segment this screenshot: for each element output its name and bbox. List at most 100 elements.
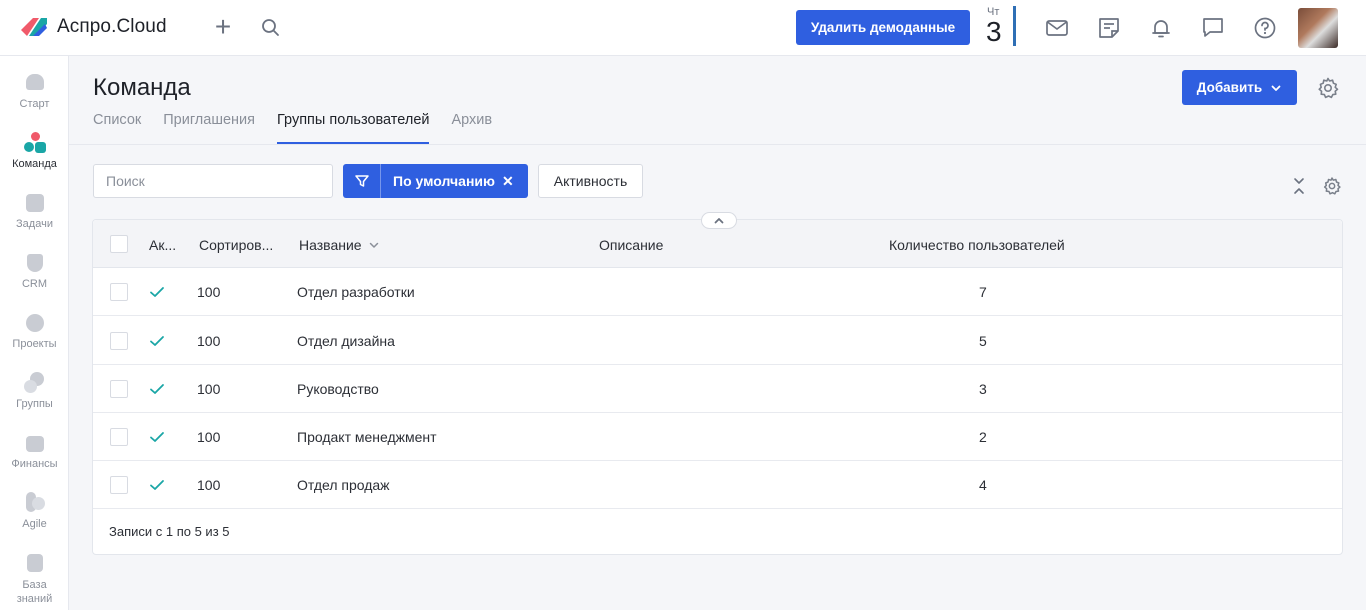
user-avatar[interactable] <box>1298 8 1338 48</box>
row-checkbox[interactable] <box>110 428 128 446</box>
sidebar-item-finance[interactable]: Финансы <box>0 432 69 470</box>
collapse-filters-toggle[interactable] <box>701 212 737 229</box>
column-description[interactable]: Описание <box>599 237 663 253</box>
close-icon[interactable]: ✕ <box>502 173 514 190</box>
search-icon[interactable] <box>260 17 282 39</box>
row-checkbox[interactable] <box>110 332 128 350</box>
tabs: Список Приглашения Группы пользователей … <box>93 112 514 144</box>
sidebar-item-tasks[interactable]: Задачи <box>0 192 69 230</box>
chevron-down-icon <box>1271 85 1281 91</box>
delete-demo-data-button[interactable]: Удалить демоданные <box>796 10 970 45</box>
tasks-icon <box>24 192 46 214</box>
chat-icon[interactable] <box>1200 15 1226 41</box>
cell-user-count: 5 <box>979 333 987 349</box>
help-icon[interactable] <box>1252 15 1278 41</box>
app-name: Аспро.Cloud <box>57 16 167 37</box>
pagination-summary: Записи с 1 по 5 из 5 <box>109 524 230 539</box>
active-check-icon <box>150 384 164 394</box>
cell-name[interactable]: Отдел дизайна <box>297 333 395 349</box>
column-name[interactable]: Название <box>299 237 380 253</box>
sidebar-item-agile[interactable]: Agile <box>0 492 69 530</box>
cell-sort: 100 <box>197 381 221 397</box>
sidebar-item-label: CRM <box>21 278 48 290</box>
finance-icon <box>24 432 46 454</box>
cell-name[interactable]: Руководство <box>297 381 379 397</box>
table-settings-gear-icon[interactable] <box>1322 176 1342 196</box>
filter-preset-label: По умолчанию <box>393 173 495 189</box>
tab-invitations[interactable]: Приглашения <box>163 112 255 144</box>
cell-user-count: 3 <box>979 381 987 397</box>
groups-table: Ак... Сортиров... Название Описание Коли… <box>92 212 1343 555</box>
top-bar: Аспро.Cloud + Удалить демоданные Чт 3 <box>0 0 1366 56</box>
row-checkbox[interactable] <box>110 380 128 398</box>
active-check-icon <box>150 336 164 346</box>
sidebar-item-crm[interactable]: CRM <box>0 252 69 290</box>
page-settings-gear-icon[interactable] <box>1316 76 1340 100</box>
sidebar-item-label: Agile <box>22 518 47 530</box>
notes-icon[interactable] <box>1096 15 1122 41</box>
filter-icon[interactable] <box>343 164 381 198</box>
sidebar-item-label: Старт <box>19 98 50 110</box>
filter-preset-chip[interactable]: По умолчанию ✕ <box>343 164 528 198</box>
add-button-label: Добавить <box>1196 80 1263 95</box>
add-button[interactable]: Добавить <box>1182 70 1297 105</box>
cell-name[interactable]: Продакт менеджмент <box>297 429 437 445</box>
tab-archive[interactable]: Архив <box>451 112 492 144</box>
search-input[interactable] <box>93 164 333 198</box>
collapse-icon[interactable] <box>1290 176 1308 196</box>
heart-icon <box>24 72 46 94</box>
plus-icon[interactable]: + <box>211 13 235 42</box>
active-check-icon <box>150 287 164 297</box>
sidebar-item-projects[interactable]: Проекты <box>0 312 69 350</box>
page-title: Команда <box>93 74 191 101</box>
sidebar-item-label: Финансы <box>11 458 58 470</box>
row-checkbox[interactable] <box>110 476 128 494</box>
column-user-count[interactable]: Количество пользователей <box>889 237 1065 253</box>
cell-sort: 100 <box>197 333 221 349</box>
sidebar-item-team[interactable]: Команда <box>0 132 69 170</box>
active-check-icon <box>150 480 164 490</box>
crm-icon <box>24 252 46 274</box>
select-all-checkbox[interactable] <box>110 235 128 253</box>
sidebar-item-groups[interactable]: Группы <box>0 372 69 410</box>
agile-icon <box>24 492 46 514</box>
sidebar-item-start[interactable]: Старт <box>0 72 69 110</box>
groups-icon <box>23 372 46 394</box>
date-divider <box>1013 6 1016 46</box>
sort-chevron-down-icon <box>370 242 379 248</box>
table-row[interactable]: 100 Руководство 3 <box>93 365 1342 413</box>
row-checkbox[interactable] <box>110 283 128 301</box>
sidebar-item-label: Команда <box>12 158 57 170</box>
column-active[interactable]: Ак... <box>149 237 176 253</box>
column-sort[interactable]: Сортиров... <box>199 237 273 253</box>
cell-name[interactable]: Отдел продаж <box>297 477 390 493</box>
sidebar-item-label: Проекты <box>12 338 57 350</box>
tab-list[interactable]: Список <box>93 112 141 144</box>
mail-icon[interactable] <box>1044 15 1070 41</box>
active-check-icon <box>150 432 164 442</box>
sidebar-item-label: Задачи <box>16 218 53 230</box>
column-name-label: Название <box>299 237 362 253</box>
table-row[interactable]: 100 Отдел продаж 4 <box>93 461 1342 509</box>
tab-user-groups[interactable]: Группы пользователей <box>277 112 430 144</box>
cell-sort: 100 <box>197 477 221 493</box>
sidebar-item-label: Группы <box>16 398 53 410</box>
cell-sort: 100 <box>197 284 221 300</box>
app-logo[interactable]: Аспро.Cloud <box>19 16 167 38</box>
chevron-up-icon <box>714 218 724 224</box>
cell-name[interactable]: Отдел разработки <box>297 284 415 300</box>
team-icon <box>23 132 46 154</box>
cell-sort: 100 <box>197 429 221 445</box>
cell-user-count: 4 <box>979 477 987 493</box>
sidebar-item-label: База знаний <box>16 579 53 605</box>
activity-filter-button[interactable]: Активность <box>538 164 643 198</box>
table-row[interactable]: 100 Отдел разработки 7 <box>93 268 1342 316</box>
table-row[interactable]: 100 Отдел дизайна 5 <box>93 317 1342 365</box>
sidebar-item-knowledge-base[interactable]: База знаний <box>0 552 69 606</box>
sidebar: Старт Команда Задачи CRM Проекты Группы … <box>0 56 69 610</box>
bell-icon[interactable] <box>1148 15 1174 41</box>
logo-icon <box>21 18 47 36</box>
date-number: 3 <box>986 16 1002 47</box>
table-row[interactable]: 100 Продакт менеджмент 2 <box>93 413 1342 461</box>
cell-user-count: 2 <box>979 429 987 445</box>
